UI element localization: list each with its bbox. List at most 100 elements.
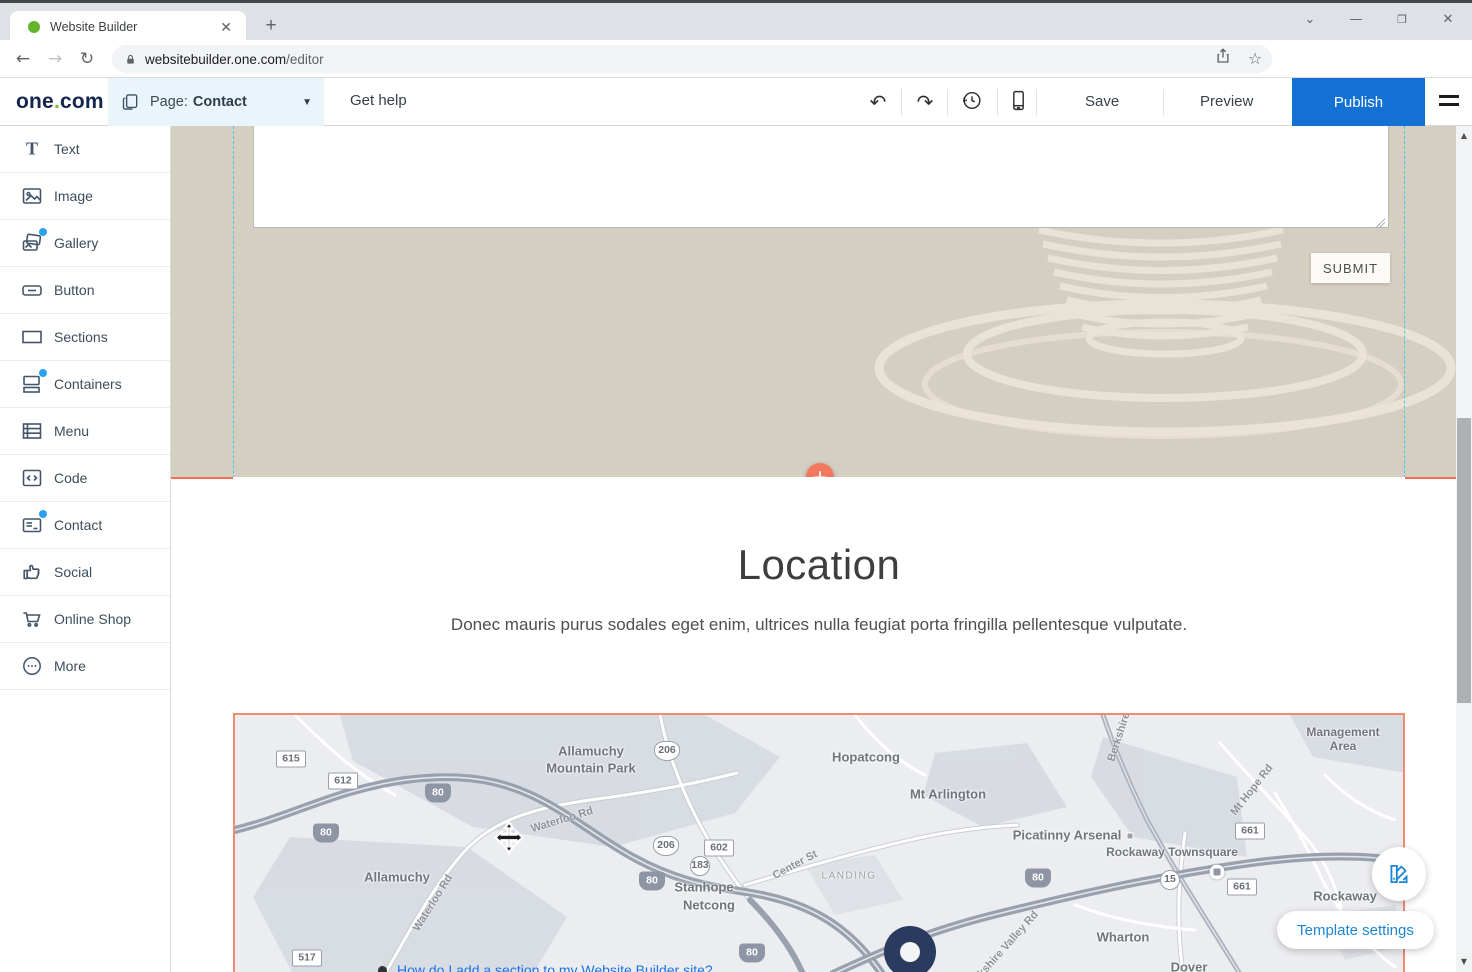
sections-icon [20,325,44,349]
address-field[interactable]: websitebuilder.one.com/editor [112,45,1272,73]
section-paragraph[interactable]: Donec mauris purus sodales eget enim, ul… [233,615,1405,635]
sidebar-item-social[interactable]: Social [0,549,170,596]
help-link[interactable]: How do I add a section to my Website Bui… [397,962,713,972]
sidebar-item-label: Gallery [54,235,98,251]
route-shield-206: 206 [653,836,679,856]
back-button[interactable]: ← [12,48,34,70]
map-road-label: Mt Hope Rd [1228,762,1275,818]
page-selector-prefix: Page: [150,94,188,110]
message-textarea[interactable] [253,126,1389,228]
submit-button[interactable]: SUBMIT [1311,253,1390,283]
redo-button[interactable]: ↷ [911,88,939,116]
tab-close-icon[interactable]: ✕ [216,19,236,36]
browser-window: Website Builder ✕ + ⌄ — ❐ ✕ ← → ↻ websit… [0,0,1472,972]
preview-button[interactable]: Preview [1200,93,1253,110]
poi-square-marker [1127,833,1134,840]
map-labels-layer: AllamuchyMountain ParkHopatcongMt Arling… [235,715,1405,972]
toolbar-separator [947,89,948,115]
one-com-logo[interactable]: one.com [16,90,104,114]
sidebar-item-label: Sections [54,329,108,345]
design-fab-button[interactable] [1372,847,1426,901]
shop-icon [20,607,44,631]
publish-button[interactable]: Publish [1292,78,1425,126]
menu-hamburger-icon[interactable] [1439,95,1459,111]
window-maximize-button[interactable]: ❐ [1382,7,1422,33]
window-minimize-button[interactable]: — [1336,7,1376,33]
map-place-label: Mountain Park [546,761,636,776]
route-shield-612: 612 [328,773,358,790]
new-feature-badge [39,369,47,377]
sidebar: T Text Image Gallery Button Sections Container… [0,126,171,972]
reload-button[interactable]: ↻ [76,48,98,70]
route-shield-15: 15 [1160,870,1180,890]
sidebar-item-online-shop[interactable]: Online Shop [0,596,170,643]
containers-icon [20,372,44,396]
location-section[interactable]: Location Donec mauris purus sodales eget… [233,477,1405,713]
history-clock-icon [959,88,984,113]
text-icon: T [20,137,44,161]
page-scrollbar[interactable]: ▲ ▼ [1456,126,1472,972]
image-icon [20,184,44,208]
get-help-link[interactable]: Get help [350,92,407,109]
new-feature-badge [39,510,47,518]
route-shield-517: 517 [292,950,322,967]
scrollbar-thumb[interactable] [1457,418,1471,703]
sidebar-item-menu[interactable]: Menu [0,408,170,455]
map-place-label: Rockaway [1313,889,1377,904]
route-shield-602: 602 [704,840,734,857]
route-shield-80: 80 [739,944,765,963]
map-place-label: Dover [1171,960,1208,972]
save-button[interactable]: Save [1085,93,1119,110]
sidebar-item-more[interactable]: More [0,643,170,690]
template-settings-button[interactable]: Template settings [1277,911,1434,949]
textarea-resize-grip[interactable] [1375,218,1385,228]
map-place-label: Picatinny Arsenal [1013,828,1122,843]
map-element[interactable]: AllamuchyMountain ParkHopatcongMt Arling… [233,713,1405,972]
map-road-label: Waterloo Rd [529,805,594,835]
map-place-label: Management [1306,725,1379,739]
map-road-label: Berkshire Valley Rd [963,909,1041,972]
tab-strip: Website Builder ✕ + ⌄ — ❐ ✕ [0,0,1472,40]
history-button[interactable] [957,88,985,116]
map-road-label: Berkshire [1105,713,1132,763]
code-icon [20,466,44,490]
new-tab-button[interactable]: + [258,13,284,39]
mall-poi-icon [1210,865,1225,880]
map-place-label: Allamuchy [364,870,430,885]
undo-button[interactable]: ↶ [864,88,892,116]
browser-tab[interactable]: Website Builder ✕ [10,11,246,43]
sidebar-item-text[interactable]: T Text [0,126,170,173]
sidebar-item-button[interactable]: Button [0,267,170,314]
sidebar-item-image[interactable]: Image [0,173,170,220]
scrollbar-down-arrow[interactable]: ▼ [1456,954,1472,970]
sidebar-item-sections[interactable]: Sections [0,314,170,361]
forward-button[interactable]: → [44,48,66,70]
window-close-button[interactable]: ✕ [1428,7,1468,33]
contact-form-section[interactable]: SUBMIT [171,126,1456,477]
chevron-down-icon: ▼ [302,97,312,108]
sidebar-item-label: Contact [54,517,102,533]
sidebar-item-code[interactable]: Code [0,455,170,502]
sidebar-item-label: Containers [54,376,122,392]
window-dropdown-icon[interactable]: ⌄ [1290,7,1330,33]
sidebar-item-gallery[interactable]: Gallery [0,220,170,267]
toolbar-separator [1036,89,1037,115]
map-place-label: Stanhope [674,880,733,895]
mobile-preview-button[interactable] [1004,88,1032,116]
route-shield-661: 661 [1227,879,1257,896]
sidebar-item-label: Text [54,141,80,157]
new-feature-badge [39,228,47,236]
sidebar-item-label: Image [54,188,93,204]
section-heading[interactable]: Location [233,541,1405,589]
sidebar-item-label: Online Shop [54,611,131,627]
editor-canvas: SUBMIT + Location Donec mauris purus sod… [171,126,1456,972]
share-icon[interactable] [1212,47,1234,69]
page-selector-dropdown[interactable]: Page: Contact ▼ [108,78,324,126]
more-icon [20,654,44,678]
sidebar-item-contact[interactable]: Contact [0,502,170,549]
tab-title: Website Builder [50,20,216,34]
template-swatch-icon [1386,861,1412,887]
sidebar-item-containers[interactable]: Containers [0,361,170,408]
scrollbar-up-arrow[interactable]: ▲ [1456,128,1472,144]
bookmark-star-icon[interactable]: ☆ [1244,48,1266,70]
